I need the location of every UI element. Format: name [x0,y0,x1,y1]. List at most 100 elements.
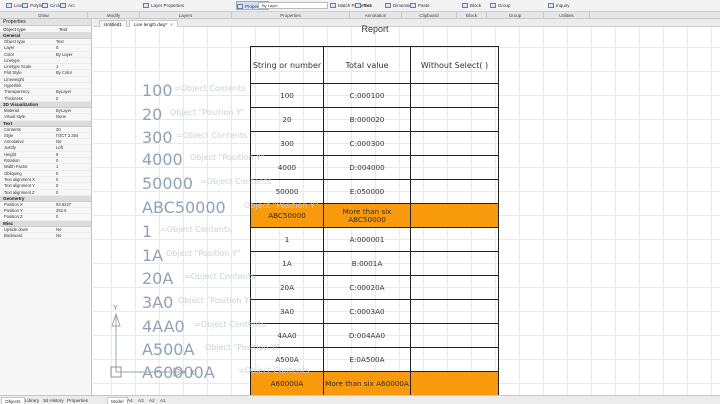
ribbon-tool-layer-properties[interactable]: Layer Properties [143,1,184,10]
property-value[interactable]: 0 [56,183,91,188]
cell-total-value[interactable]: B:0001A [323,251,411,276]
property-value[interactable]: 30 [56,127,91,132]
layout-tab-a3[interactable]: A3 [135,397,147,404]
table-row[interactable]: 100 C:000100 [250,83,499,108]
cell-total-value[interactable]: E:050000 [323,179,411,204]
ribbon-tool-line[interactable]: Line [6,1,23,10]
property-value[interactable]: 0 [56,171,91,176]
cell-total-value[interactable]: C:000300 [323,131,411,156]
ribbon-tool-circle[interactable]: Circle [42,1,62,10]
drawing-text-entity[interactable]: 1 [142,223,152,241]
cell-total-value[interactable]: C:00020A [323,275,411,300]
property-value[interactable]: By Layer [56,52,91,57]
cell-without-select[interactable] [410,323,499,348]
table-row[interactable]: 20A C:00020A [250,275,499,300]
property-value[interactable]: Text [56,39,91,44]
property-value[interactable]: By Color [56,70,91,75]
drawing-text-entity[interactable]: 20 [142,106,162,124]
property-value[interactable]: No [56,227,91,232]
property-value[interactable]: 252.5 [56,208,91,213]
drawing-text-entity[interactable]: 1A [142,247,163,265]
cell-without-select[interactable] [410,299,499,324]
property-value[interactable]: 0 [56,177,91,182]
ribbon-tool-paste[interactable]: Paste [410,1,430,10]
property-value[interactable]: 0 [56,158,91,163]
property-value[interactable] [56,77,91,82]
layout-tab-a1[interactable]: A1 [157,397,169,404]
table-row[interactable]: 3A0 C:0003A0 [250,299,499,324]
drawing-text-entity[interactable]: 20A [142,270,173,288]
table-row[interactable]: 4000 D:004000 [250,155,499,180]
cell-string[interactable]: 300 [250,131,324,156]
table-row[interactable]: 1 A:000001 [250,227,499,252]
property-value[interactable]: 5 [56,152,91,157]
cell-without-select[interactable] [410,347,499,372]
drawing-text-entity[interactable]: 300 [142,129,173,147]
table-row[interactable]: 4AA0 D:004AA0 [250,323,499,348]
property-value[interactable]: ByLayer [56,89,91,94]
ribbon-tool-inquiry[interactable]: Inquiry [548,1,570,10]
property-value[interactable]: No [56,233,91,238]
cell-without-select[interactable] [410,107,499,132]
cell-string[interactable]: A60000A [250,371,324,396]
property-value[interactable]: ГОСТ 2.304 [56,133,91,138]
cell-total-value[interactable]: E:0A500A [323,347,411,372]
property-value[interactable]: 1 [56,64,91,69]
cell-without-select[interactable] [410,251,499,276]
property-value[interactable]: Left [56,145,91,150]
cell-total-value[interactable]: B:000020 [323,107,411,132]
cell-without-select[interactable] [410,83,499,108]
cell-without-select[interactable] [410,227,499,252]
doc-tab-line-length[interactable]: Line length.dwg* × [129,20,178,27]
table-row[interactable]: A60000A More than six A60000A [250,371,499,396]
layer-linetype-combo[interactable]: By Layer [258,2,328,9]
property-value[interactable]: 0 [56,214,91,219]
cell-without-select[interactable] [410,155,499,180]
layout-tab-a4[interactable]: A4 [124,397,136,404]
cell-string[interactable]: 1A [250,251,324,276]
drawing-text-entity[interactable]: 4000 [142,151,183,169]
object-type-selector[interactable]: Object type Text [0,26,91,33]
property-value[interactable]: 1 [56,164,91,169]
property-value[interactable] [56,58,91,63]
cell-total-value[interactable]: More than six ABC50000 [323,203,411,228]
ribbon-tool-text[interactable]: Text [355,1,371,10]
property-value[interactable] [56,83,91,88]
property-value[interactable]: No [56,139,91,144]
ribbon-tool-block[interactable]: Block [462,1,481,10]
cell-without-select[interactable] [410,275,499,300]
property-value[interactable]: 93.8227 [56,202,91,207]
report-table[interactable]: String or number Total value Without Sel… [250,46,499,396]
drawing-text-entity[interactable]: 50000 [142,175,193,193]
property-value[interactable]: 0 [56,190,91,195]
ribbon-tool-arc[interactable]: Arc [60,1,75,10]
cell-total-value[interactable]: D:004AA0 [323,323,411,348]
cell-total-value[interactable]: More than six A60000A [323,371,411,396]
property-value[interactable]: 0 [56,45,91,50]
table-row[interactable]: 20 B:000020 [250,107,499,132]
cell-without-select[interactable] [410,131,499,156]
property-value[interactable]: 0 [56,96,91,101]
doc-tab-untitled1[interactable]: Untitled1 [99,20,127,27]
ribbon-tool-group[interactable]: Group [490,1,511,10]
cell-total-value[interactable]: C:000100 [323,83,411,108]
table-row[interactable]: 1A B:0001A [250,251,499,276]
property-value[interactable]: None [56,114,91,119]
cell-total-value[interactable]: A:000001 [323,227,411,252]
layout-tab-a2[interactable]: A2 [146,397,158,404]
property-value[interactable]: ByLayer [56,108,91,113]
cell-without-select[interactable] [410,203,499,228]
panel-tab-properties[interactable]: Properties [64,397,91,404]
cell-without-select[interactable] [410,371,499,396]
cell-string[interactable]: 20A [250,275,324,300]
property-row[interactable]: Backward No [0,233,91,240]
cell-string[interactable]: 100 [250,83,324,108]
cell-total-value[interactable]: D:004000 [323,155,411,180]
table-row[interactable]: 300 C:000300 [250,131,499,156]
drawing-text-entity[interactable]: ABC50000 [142,199,226,217]
cell-string[interactable]: 20 [250,107,324,132]
cell-total-value[interactable]: C:0003A0 [323,299,411,324]
cell-without-select[interactable] [410,179,499,204]
table-row[interactable]: 50000 E:050000 [250,179,499,204]
panel-tab-3d-history[interactable]: 3d History [40,397,67,404]
